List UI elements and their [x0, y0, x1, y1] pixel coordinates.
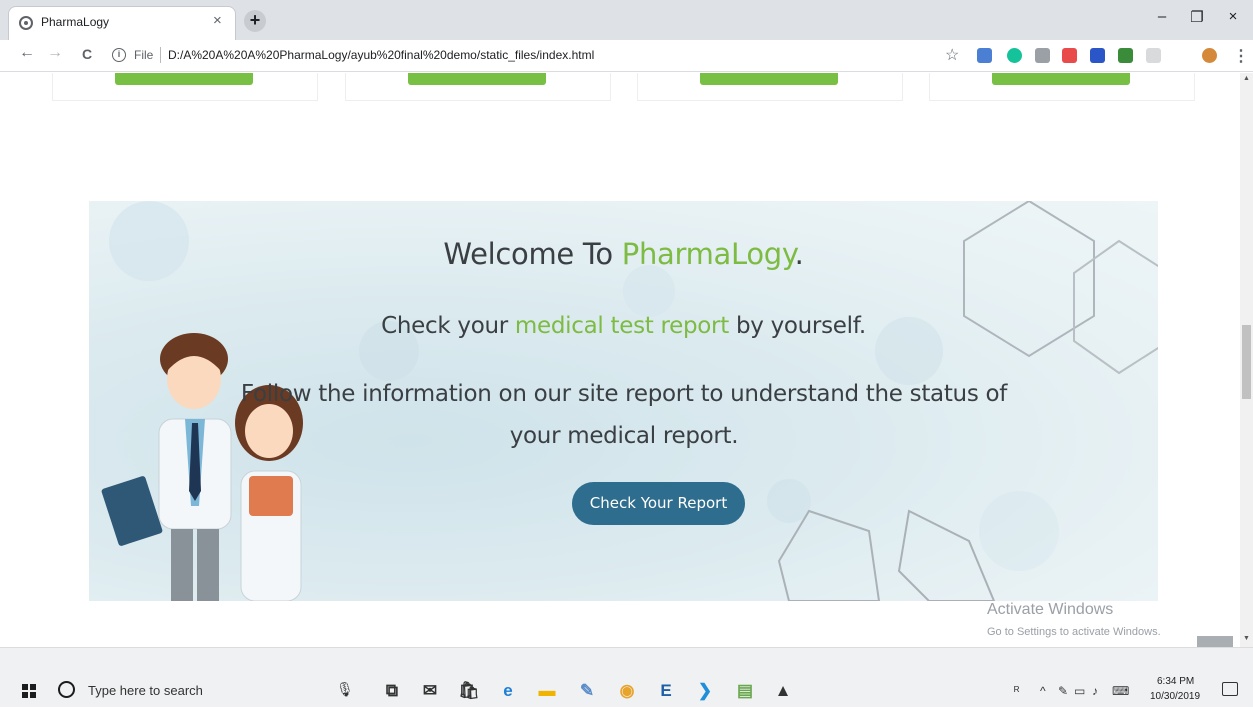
browser-toolbar: ← → C i File D:/A%20A%20A%20PharmaLogy/a… [0, 40, 1253, 72]
browser-tabstrip: PharmaLogy × + – ❐ × [0, 0, 1253, 40]
mail-icon[interactable]: ✉ [420, 681, 440, 701]
circle-extension-icon[interactable] [1146, 48, 1161, 63]
welcome-prefix: Welcome To [443, 237, 622, 271]
card-button[interactable] [115, 73, 253, 85]
service-card [52, 73, 318, 101]
welcome-hero-banner: Welcome To PharmaLogy. Check your medica… [89, 201, 1158, 601]
activate-windows-title: Activate Windows [987, 601, 1114, 618]
tagline-accent: medical test report [514, 313, 729, 339]
battery-icon[interactable]: ▭ [1074, 684, 1085, 698]
photos-icon[interactable]: ▲ [773, 681, 793, 701]
hero-description: Follow the information on our site repor… [240, 381, 1008, 449]
close-window-button[interactable]: × [1221, 8, 1245, 25]
volume-icon[interactable]: ♪ [1092, 684, 1098, 698]
tab-close-icon[interactable]: × [213, 12, 222, 29]
clock-date[interactable]: 10/30/2019 [1150, 691, 1200, 702]
restore-button[interactable]: ❐ [1185, 8, 1209, 26]
new-tab-button[interactable]: + [244, 10, 266, 32]
chevron-up-icon[interactable]: ^ [1040, 684, 1046, 698]
service-card [637, 73, 903, 101]
tagline-suffix: by yourself. [728, 313, 866, 339]
translate-extension-icon[interactable] [977, 48, 992, 63]
scroll-down-arrow-icon[interactable]: ▼ [1243, 635, 1250, 642]
doctors-illustration [101, 333, 303, 601]
app-e-icon[interactable]: E [656, 681, 676, 701]
microphone-icon[interactable]: 🎙 [336, 681, 354, 698]
card-button[interactable] [700, 73, 838, 85]
page-scrollbar[interactable]: ▲ ▼ [1240, 73, 1253, 647]
globe-icon [19, 16, 33, 30]
back-button[interactable]: ← [16, 44, 38, 62]
file-explorer-icon[interactable]: ▬ [537, 681, 557, 701]
reload-button[interactable]: C [76, 46, 98, 62]
windows-start-icon[interactable] [22, 684, 36, 698]
scrollbar-thumb[interactable] [1242, 325, 1251, 399]
clock-time[interactable]: 6:34 PM [1157, 676, 1194, 687]
keyboard-icon[interactable]: ⌨ [1112, 684, 1129, 698]
welcome-suffix: . [794, 237, 804, 271]
bookmark-star-icon[interactable]: ☆ [945, 45, 959, 65]
tagline: Check your medical test report by yourse… [89, 313, 1158, 339]
pdf-extension-icon[interactable] [1035, 48, 1050, 63]
notepad-icon[interactable]: ▤ [735, 681, 755, 701]
card-button[interactable] [992, 73, 1130, 85]
cortana-circle-icon [58, 681, 75, 698]
store-icon[interactable]: 🛍 [458, 681, 480, 701]
info-extension-icon[interactable] [1090, 48, 1105, 63]
forward-button[interactable]: → [44, 44, 66, 62]
service-card [929, 73, 1195, 101]
minimize-button[interactable]: – [1150, 8, 1174, 25]
brand-name: PharmaLogy [621, 237, 795, 271]
diamond-extension-icon[interactable] [1118, 48, 1133, 63]
card-button[interactable] [408, 73, 546, 85]
paint-icon[interactable]: ✎ [577, 681, 597, 701]
welcome-heading: Welcome To PharmaLogy. [89, 237, 1158, 271]
service-card [345, 73, 611, 101]
address-bar-url[interactable]: D:/A%20A%20A%20PharmaLogy/ayub%20final%2… [168, 48, 594, 62]
profile-avatar-icon[interactable] [1202, 48, 1217, 63]
browser-menu-icon[interactable]: ⋮ [1233, 46, 1249, 66]
flag-extension-icon[interactable] [1062, 48, 1077, 63]
scroll-up-arrow-icon[interactable]: ▲ [1243, 75, 1250, 82]
windows-taskbar: Type here to search 🎙 ⧉ ✉ 🛍 e ▬ ✎ ◉ E ❯ ▤ ▲ ᴿ ^ ✎ … [0, 647, 1253, 707]
edge-icon[interactable]: e [498, 681, 518, 701]
grammarly-extension-icon[interactable] [1007, 48, 1022, 63]
tab-title: PharmaLogy [41, 15, 110, 29]
site-info-icon[interactable]: i [112, 48, 126, 62]
page-viewport: Welcome To PharmaLogy. Check your medica… [0, 73, 1240, 647]
task-view-icon[interactable]: ⧉ [382, 681, 402, 701]
pen-icon[interactable]: ✎ [1058, 684, 1068, 698]
browser-tab[interactable]: PharmaLogy × [8, 6, 236, 40]
activate-windows-subtitle: Go to Settings to activate Windows. [987, 626, 1161, 638]
search-placeholder: Type here to search [88, 683, 203, 698]
url-divider [160, 47, 161, 63]
tagline-prefix: Check your [381, 313, 515, 339]
people-icon[interactable]: ᴿ [1014, 684, 1019, 698]
vscode-icon[interactable]: ❯ [695, 681, 715, 701]
file-scheme-label: File [134, 48, 154, 62]
scroll-to-top-button[interactable]: ︽ [1197, 636, 1233, 647]
taskbar-search-box[interactable]: Type here to search 🎙 [58, 676, 368, 708]
chrome-icon[interactable]: ◉ [617, 681, 637, 701]
notification-center-icon[interactable] [1222, 682, 1238, 696]
check-report-button[interactable]: Check Your Report [572, 482, 745, 525]
